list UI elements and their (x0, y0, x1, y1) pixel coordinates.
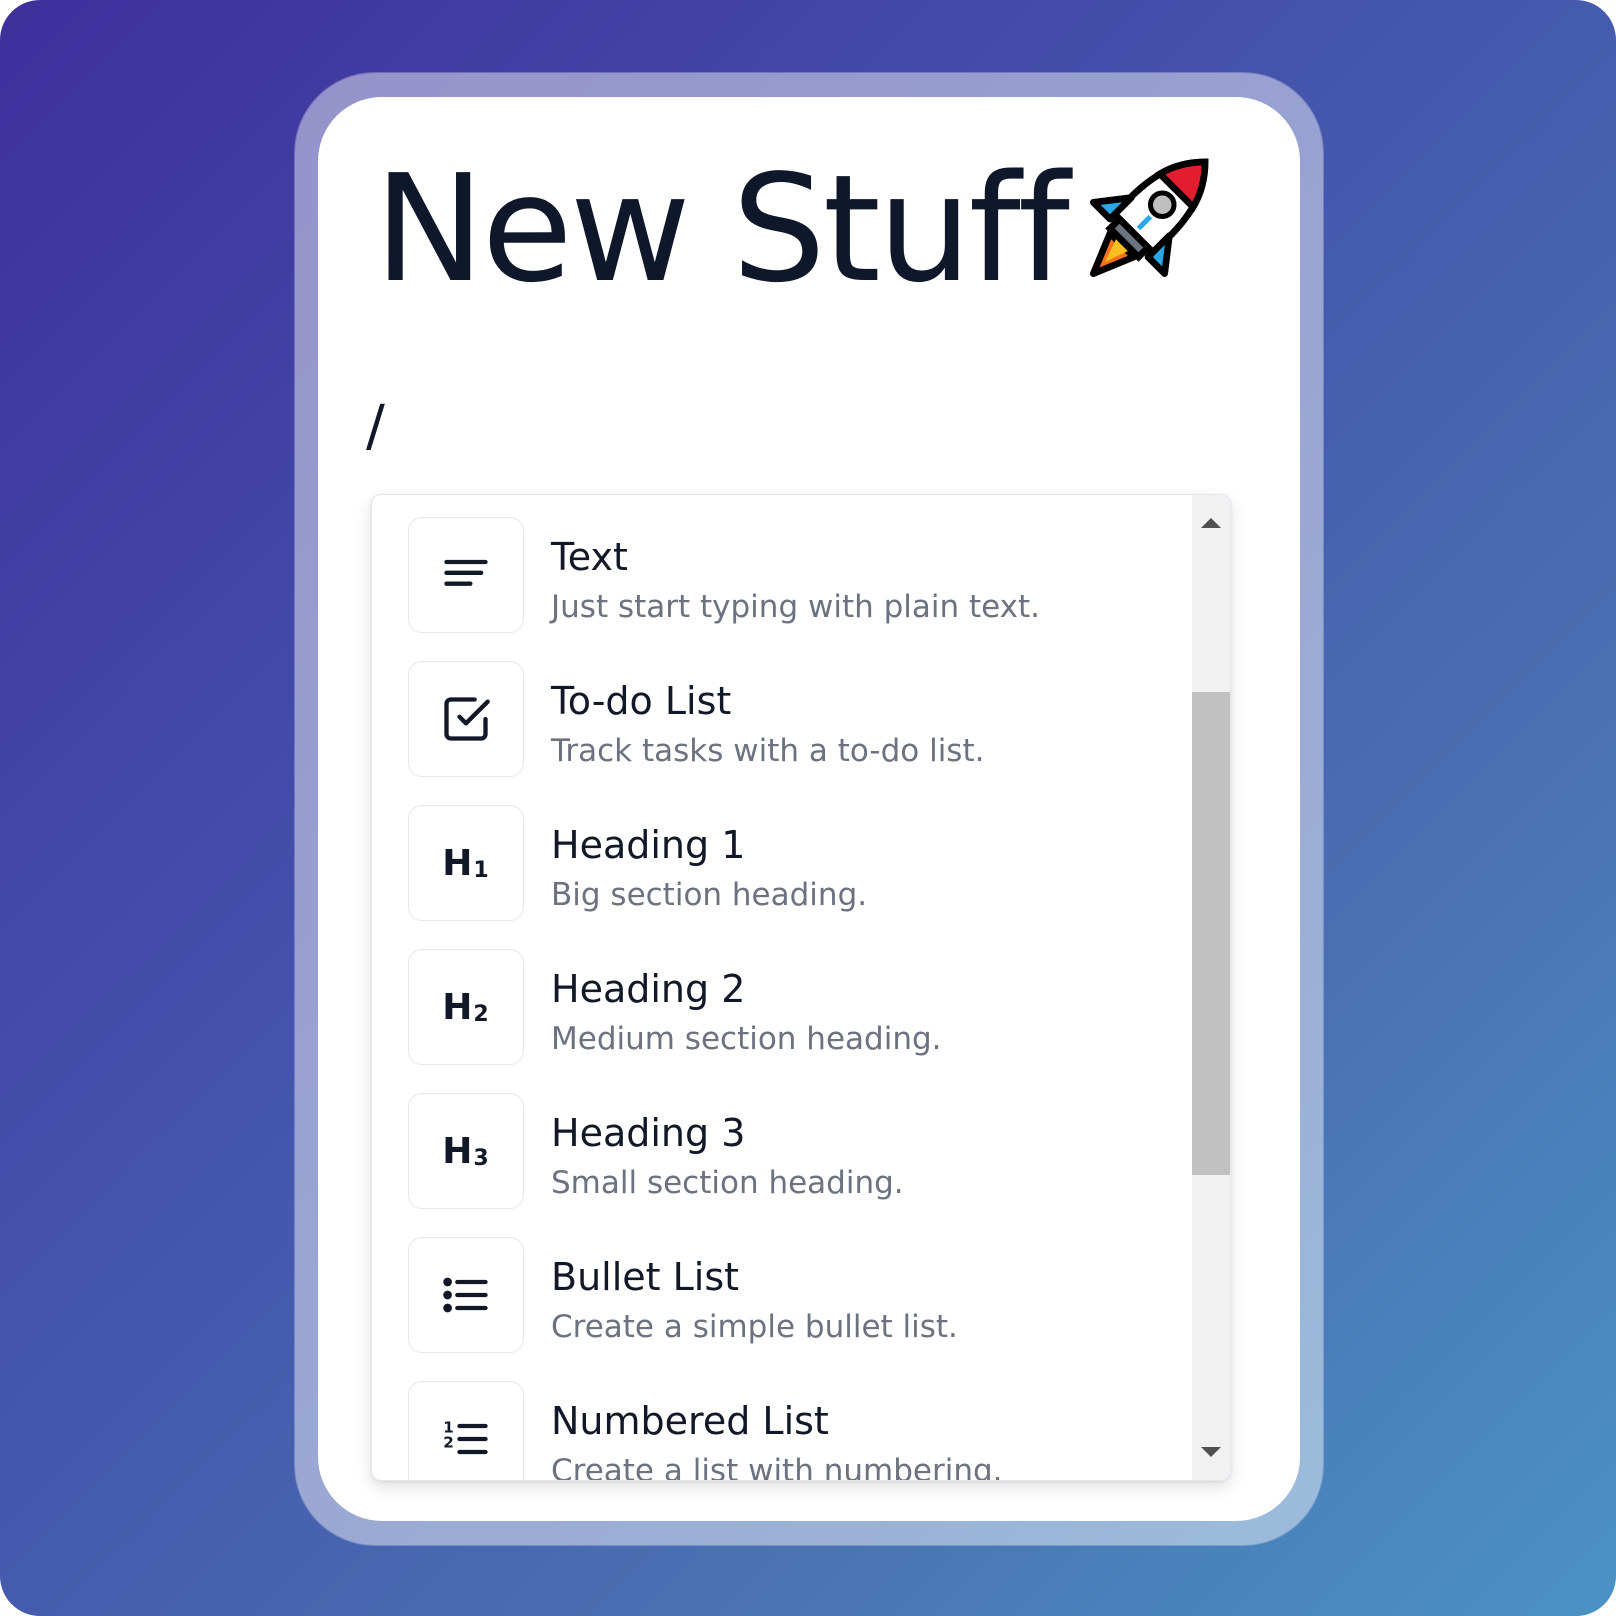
page-title[interactable]: New Stuff (374, 139, 1070, 319)
menu-item-description: Create a simple bullet list. (551, 1309, 958, 1345)
svg-text:2: 2 (443, 1434, 454, 1452)
bullet-list-icon (408, 1237, 524, 1353)
h2-icon: H2 (408, 949, 524, 1065)
menu-item-label: To-do List (551, 679, 732, 723)
menu-item-description: Track tasks with a to-do list. (551, 733, 985, 769)
rocket-icon (1089, 158, 1209, 278)
command-input[interactable]: / (366, 397, 385, 457)
page-title-text: New Stuff (374, 143, 1070, 315)
editor-card: New Stuff / Text Just start typing with … (318, 97, 1300, 1521)
menu-item-bullet-list[interactable]: Bullet List Create a simple bullet list. (408, 1237, 1168, 1361)
menu-items: Text Just start typing with plain text. … (372, 495, 1180, 1480)
h1-icon: H1 (408, 805, 524, 921)
menu-item-description: Small section heading. (551, 1165, 904, 1201)
menu-item-label: Numbered List (551, 1399, 829, 1443)
menu-item-description: Medium section heading. (551, 1021, 942, 1057)
menu-item-label: Heading 3 (551, 1111, 746, 1155)
menu-item-numbered-list[interactable]: 1 2 Numbered List Create a list with num… (408, 1381, 1168, 1480)
menu-item-text[interactable]: Text Just start typing with plain text. (408, 517, 1168, 641)
menu-item-heading-3[interactable]: H3 Heading 3 Small section heading. (408, 1093, 1168, 1217)
checkbox-icon (408, 661, 524, 777)
menu-item-heading-2[interactable]: H2 Heading 2 Medium section heading. (408, 949, 1168, 1073)
scrollbar-thumb[interactable] (1192, 692, 1230, 1175)
menu-item-description: Just start typing with plain text. (551, 589, 1041, 625)
numbered-list-icon: 1 2 (408, 1381, 524, 1480)
menu-item-heading-1[interactable]: H1 Heading 1 Big section heading. (408, 805, 1168, 929)
scroll-down-arrow-icon[interactable] (1192, 1434, 1230, 1470)
background: New Stuff / Text Just start typing with … (0, 0, 1616, 1616)
menu-item-label: Heading 1 (551, 823, 746, 867)
text-lines-icon (408, 517, 524, 633)
menu-item-label: Heading 2 (551, 967, 746, 1011)
menu-item-label: Bullet List (551, 1255, 740, 1299)
menu-item-label: Text (551, 535, 628, 579)
h3-icon: H3 (408, 1093, 524, 1209)
slash-command-menu: Text Just start typing with plain text. … (371, 494, 1231, 1481)
menu-item-description: Create a list with numbering. (551, 1453, 1003, 1480)
menu-item-todo-list[interactable]: To-do List Track tasks with a to-do list… (408, 661, 1168, 785)
scroll-up-arrow-icon[interactable] (1192, 505, 1230, 541)
menu-item-description: Big section heading. (551, 877, 868, 913)
menu-scrollbar[interactable] (1192, 495, 1230, 1480)
